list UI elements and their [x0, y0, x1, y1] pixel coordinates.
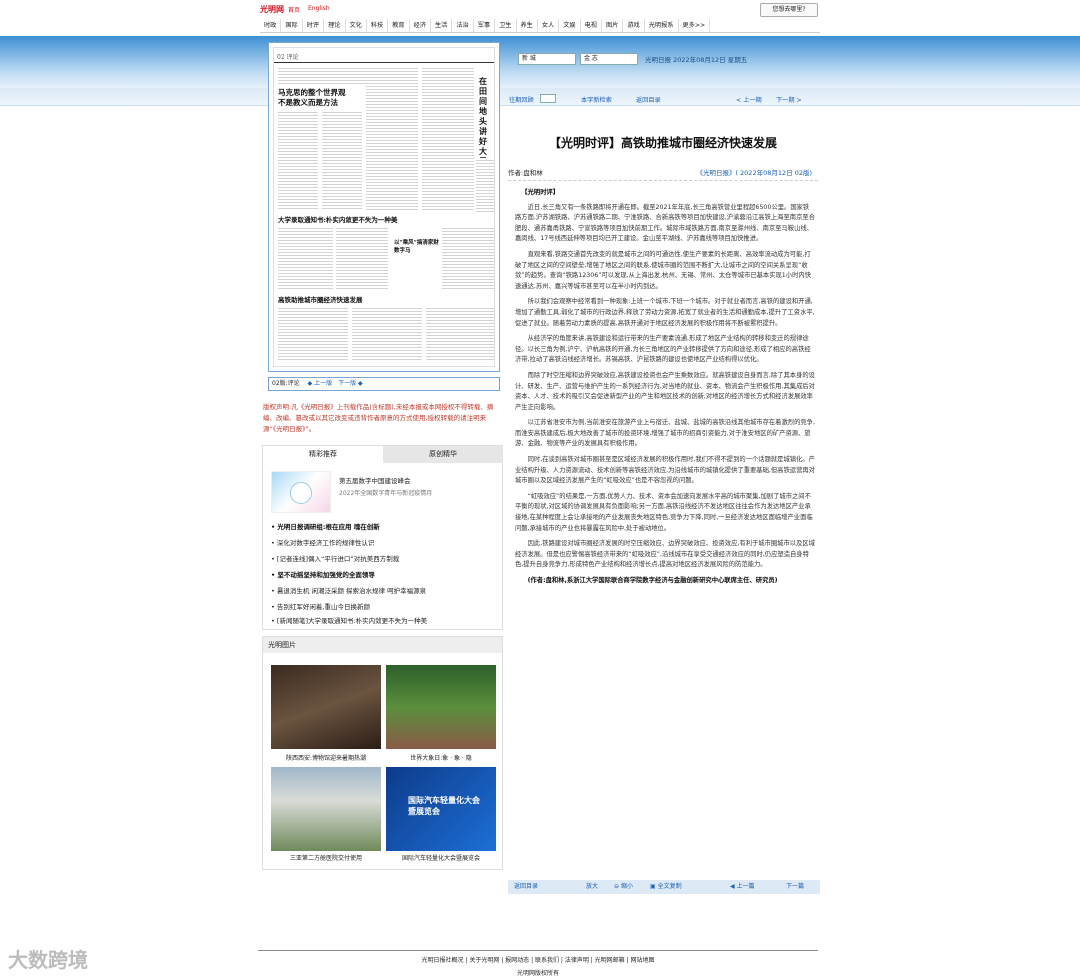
watermark: 大数跨境 [8, 948, 88, 972]
search-link[interactable]: 本字新检索 [581, 95, 612, 104]
author: 作者:盘和林 [508, 169, 543, 177]
photo-museum[interactable] [271, 665, 381, 749]
edition-select-2[interactable]: 金 志 [580, 53, 638, 65]
photo-auto-expo[interactable]: 国际汽车轻量化大会 暨展览会 [386, 767, 496, 851]
photo-caption[interactable]: 世界大象日:象 · 象 · 隐 [386, 753, 496, 762]
paragraph: 近日,长三角又有一条铁路即将开通在即。截至2021年年底,长三角高铁营业里程超6… [515, 203, 815, 243]
article-title: 【光明时评】高铁助推城市圈经济快速发展 [548, 136, 777, 150]
zoom-in-button[interactable]: 放大 [586, 880, 598, 894]
nav-item[interactable]: 电视 [581, 19, 602, 32]
promo-title[interactable]: 第五届数字中国建设峰会 [339, 475, 411, 485]
author-note: (作者:盘和林,系浙江大学国际联合商学院数字经济与金融创新研究中心联席主任、研究… [527, 577, 778, 584]
arrow-left-icon: ◀ [730, 883, 735, 890]
tab-original[interactable]: 原创精华 [383, 446, 503, 463]
promo-subtitle: 2022年全国数字青年与新冠疫情月 [339, 490, 433, 497]
page-label: 02 评论 [277, 54, 299, 61]
photo-hospital[interactable] [271, 767, 381, 851]
photo-caption[interactable]: 陕西西安:博物馆迎来暑期热潮 [271, 753, 381, 762]
english-link[interactable]: English [308, 5, 330, 12]
next-page-link[interactable]: 下一版 ◆ [338, 380, 363, 387]
prev-page-link[interactable]: ◆ 上一版 [308, 380, 333, 387]
list-item[interactable]: • 暑退消生机 闲潮泛采颜 探索治水规律 呵护幸福源泉 [271, 586, 426, 596]
main-nav: 时政 国际 时评 理论 文化 科技 教育 经济 生活 法治 军事 卫生 养生 女人 文娱 电视 图片 游戏 光明报系… [260, 19, 820, 33]
recommend-box: 精彩推荐 原创精华 第五届数字中国建设峰会 2022年全国数字青年与新冠疫情月 … [262, 445, 503, 630]
zoom-out-button[interactable]: ⊖ 缩小 [614, 880, 633, 894]
promo-image[interactable] [271, 471, 331, 513]
nav-item[interactable]: 理论 [324, 19, 346, 32]
list-item[interactable]: • [新闻随笔]大学录取通知书:朴实内敛更不失为一种美 [271, 616, 427, 626]
top-bar: 光明网 首页 English 您想去哪里? [260, 3, 820, 17]
where-to-go-button[interactable]: 您想去哪里? [760, 3, 818, 17]
nav-item[interactable]: 更多>> [679, 19, 711, 32]
article-body: 【光明时评】 近日,长三角又有一条铁路即将开通在即。截至2021年年底,长三角高… [515, 188, 815, 592]
past-issues-link[interactable]: 往期回顾 [509, 95, 534, 104]
photos-title: 光明图片 [263, 637, 502, 653]
home-link[interactable]: 首页 [288, 5, 300, 14]
article-tag: 【光明时评】 [521, 189, 560, 196]
paper-headline-2[interactable]: 大学录取通知书:朴实内敛更不失为一种美 [278, 214, 488, 224]
nav-item[interactable]: 教育 [388, 19, 410, 32]
paragraph: 因此,铁路建设对城市圈经济发展的时空压缩效应、边界突破效应、投资效应,有利于城市… [515, 540, 815, 569]
paragraph: 而除了时空压缩和边界突破效应,高铁建设投资也会产生乘数效应。就高铁建设自身而言,… [515, 371, 815, 411]
copyright-notice: 版权声明:凡《光明日报》上刊载作品(含标题),未经本报或本网授权不得转载、摘编、… [263, 403, 494, 433]
next-article-button[interactable]: 下一篇 [786, 880, 804, 894]
tab-featured[interactable]: 精彩推荐 [263, 446, 383, 463]
edition-select-1[interactable]: 新 城 [518, 53, 576, 65]
nav-item[interactable]: 军事 [474, 19, 496, 32]
nav-item[interactable]: 法治 [452, 19, 474, 32]
nav-item[interactable]: 光明报系 [645, 19, 679, 32]
nav-item[interactable]: 国际 [281, 19, 303, 32]
nav-item[interactable]: 时政 [260, 19, 282, 32]
paragraph: 所以我们会观察中经常看到一种现象:上班一个城市,下班一个城市。对于就业者而言,高… [515, 298, 815, 327]
paper-headline-4[interactable]: 以“乘风”搞清家财数字马 [394, 238, 439, 254]
nav-item[interactable]: 生活 [431, 19, 453, 32]
nav-item[interactable]: 时评 [303, 19, 325, 32]
author-line: 作者:盘和林 《光明日报》( 2022年08月12日 02版) [508, 167, 818, 181]
edition-date: 光明日报 2022年08月12日 星期五 [645, 56, 748, 64]
paragraph: 同时,在谈到高铁对城市圈甚至是区域经济发展的积极作用时,我们不得不提到的一个话题… [515, 456, 815, 485]
footer: 光明日报社概况 | 关于光明网 | 报网动态 | 联系我们 | 法律声明 | 光… [258, 950, 818, 977]
nav-item[interactable]: 卫生 [495, 19, 517, 32]
page-nav-label: 02版:评论 [272, 380, 300, 387]
photo-caption[interactable]: 三亚第二方舱医院交付使用 [271, 853, 381, 862]
list-item[interactable]: • 深化对数字经济工作的规律性认识 [271, 538, 374, 548]
paragraph: 从经济学的角度来讲,高铁建设和运行带来的生产要素流通,形成了地区产业结构的转移和… [515, 335, 811, 364]
prev-article-button[interactable]: ◀ 上一篇 [730, 880, 755, 894]
newspaper-page-thumbnail[interactable]: 02 评论 马克思的整个世界观不是教义而是方法 在田间地头讲好大思政课 大学录取… [268, 42, 500, 372]
paragraph: 以江苏省淮安市为例,当前淮安在旅游产业上与宿迁、盐城、盐城的高铁沿线其他城市存在… [515, 419, 815, 448]
article-source[interactable]: 《光明日报》( 2022年08月12日 02版) [696, 167, 812, 177]
paper-headline-1[interactable]: 马克思的整个世界观不是教义而是方法 [278, 88, 350, 108]
footer-links[interactable]: 光明日报社概况 | 关于光明网 | 报网动态 | 联系我们 | 法律声明 | 光… [258, 955, 818, 964]
nav-item[interactable]: 经济 [410, 19, 431, 32]
paragraph: “虹吸效应”的结果是,一方面,优势人力、技术、资本会加速向发展水平高的城市聚集,… [515, 492, 813, 532]
site-logo[interactable]: 光明网 [260, 4, 284, 15]
list-item[interactable]: • 光明日报调研组:根在应用 魂在创新 [271, 522, 380, 532]
nav-item[interactable]: 科技 [367, 19, 389, 32]
next-issue-link[interactable]: 下一期 > [776, 95, 802, 104]
photos-box: 光明图片 陕西西安:博物馆迎来暑期热潮 世界大象日:象 · 象 · 隐 三亚第二… [262, 636, 503, 870]
list-item[interactable]: • 坚不动摇坚持和加强党的全面领导 [271, 570, 375, 580]
nav-item[interactable]: 图片 [602, 19, 624, 32]
prev-issue-link[interactable]: < 上一期 [736, 95, 762, 104]
copy-fulltext-button[interactable]: ▣ 全文复制 [650, 880, 682, 894]
article-toolbar: 返回目录 放大 ⊖ 缩小 ▣ 全文复制 ◀ 上一篇 下一篇 [508, 880, 820, 894]
list-item[interactable]: • [记者连线]偶入“平行进口”对抗美西方制裁 [271, 554, 399, 564]
nav-item[interactable]: 文娱 [559, 19, 581, 32]
past-issues-dropdown[interactable] [540, 94, 556, 103]
back-button[interactable]: 返回目录 [514, 880, 538, 894]
paragraph: 直观来看,铁路交通首先改变的就是城市之间的可通达性,使生产要素的长距离、高效率流… [515, 250, 811, 290]
page-navigator: 02版:评论 ◆ 上一版 下一版 ◆ [268, 377, 500, 391]
list-item[interactable]: • 告别红军好闲着,重山今日换新颜 [271, 602, 370, 612]
paper-headline-3[interactable]: 高铁助推城市圈经济快速发展 [278, 294, 428, 304]
photo-elephants[interactable] [386, 665, 496, 749]
nav-item[interactable]: 养生 [517, 19, 538, 32]
copy-icon: ▣ [650, 883, 656, 890]
zoom-out-icon: ⊖ [614, 883, 620, 890]
nav-item[interactable]: 女人 [538, 19, 560, 32]
nav-item[interactable]: 游戏 [623, 19, 645, 32]
footer-copyright: 光明网版权所有 [516, 970, 559, 977]
back-to-directory-link[interactable]: 返回目录 [636, 95, 661, 104]
nav-item[interactable]: 文化 [346, 19, 367, 32]
photo-caption[interactable]: 国际汽车轻量化大会暨展览会 [386, 853, 496, 862]
